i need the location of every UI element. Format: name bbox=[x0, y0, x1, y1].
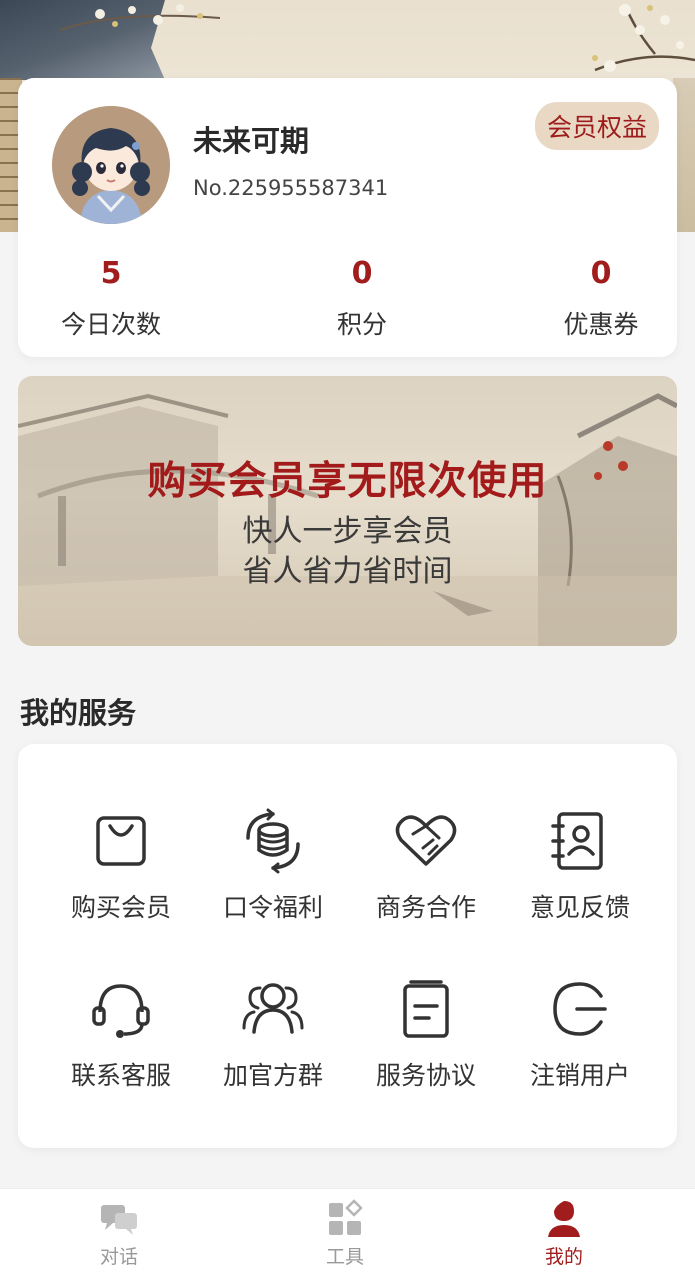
service-feedback[interactable]: 意见反馈 bbox=[505, 808, 655, 948]
coin-stack-icon bbox=[246, 808, 300, 874]
tab-mine[interactable]: 我的 bbox=[504, 1199, 624, 1269]
stat-daily-count[interactable]: 5 今日次数 bbox=[26, 256, 196, 341]
service-join-group[interactable]: 加官方群 bbox=[198, 976, 348, 1116]
section-title-services: 我的服务 bbox=[20, 696, 137, 730]
services-grid: 购买会员 口令福利 商务合作 意见反馈 联系客服 加官方群 服务协议 注销用户 bbox=[18, 744, 677, 1148]
service-label: 意见反馈 bbox=[529, 893, 630, 922]
service-label: 加官方群 bbox=[222, 1061, 323, 1090]
tab-chat[interactable]: 对话 bbox=[59, 1199, 179, 1269]
service-label: 服务协议 bbox=[375, 1061, 476, 1090]
service-agreement[interactable]: 服务协议 bbox=[351, 976, 501, 1116]
group-icon bbox=[242, 983, 304, 1034]
tab-label: 对话 bbox=[99, 1246, 138, 1268]
stat-value: 5 bbox=[100, 256, 122, 291]
avatar[interactable] bbox=[52, 106, 170, 224]
bottom-tab-bar: 对话 工具 我的 bbox=[0, 1188, 695, 1280]
tools-icon bbox=[329, 1199, 363, 1235]
document-icon bbox=[403, 980, 449, 1038]
service-label: 商务合作 bbox=[375, 893, 476, 922]
banner-title: 购买会员享无限次使用 bbox=[147, 459, 548, 504]
stat-points[interactable]: 0 积分 bbox=[277, 256, 447, 341]
stat-label: 优惠券 bbox=[563, 310, 639, 339]
service-label: 联系客服 bbox=[70, 1061, 171, 1090]
username: 未来可期 bbox=[193, 124, 310, 158]
banner-subtitle-1: 快人一步享会员 bbox=[242, 514, 453, 549]
avatar-illustration bbox=[52, 106, 170, 224]
service-label: 注销用户 bbox=[529, 1061, 630, 1090]
blossom-branch-left bbox=[60, 4, 220, 31]
blossom-branch-right bbox=[592, 4, 695, 72]
stat-value: 0 bbox=[590, 256, 612, 291]
service-label: 购买会员 bbox=[70, 893, 171, 922]
tab-label: 我的 bbox=[544, 1246, 583, 1268]
shopping-bag-icon bbox=[96, 816, 146, 866]
chat-icon bbox=[101, 1205, 137, 1235]
membership-banner[interactable]: 购买会员享无限次使用 快人一步享会员 省人省力省时间 bbox=[18, 376, 677, 646]
service-deregister-user[interactable]: 注销用户 bbox=[505, 976, 655, 1116]
vip-benefits-button[interactable]: 会员权益 bbox=[534, 102, 659, 150]
user-number: No.225955587341 bbox=[193, 176, 389, 200]
stat-coupons[interactable]: 0 优惠券 bbox=[516, 256, 686, 341]
profile-card: 未来可期 No.225955587341 会员权益 5 今日次数 0 积分 0 … bbox=[18, 78, 677, 357]
stat-label: 今日次数 bbox=[60, 310, 161, 339]
service-customer-support[interactable]: 联系客服 bbox=[46, 976, 196, 1116]
handshake-heart-icon bbox=[395, 815, 457, 866]
banner-subtitle-2: 省人省力省时间 bbox=[242, 554, 453, 589]
service-label: 口令福利 bbox=[222, 893, 323, 922]
stat-label: 积分 bbox=[336, 310, 387, 339]
tab-label: 工具 bbox=[325, 1246, 364, 1268]
stat-value: 0 bbox=[351, 256, 373, 291]
service-business-cooperation[interactable]: 商务合作 bbox=[351, 808, 501, 948]
headset-icon bbox=[92, 984, 150, 1038]
contact-book-icon bbox=[551, 812, 603, 870]
tab-tools[interactable]: 工具 bbox=[285, 1199, 405, 1269]
service-buy-membership[interactable]: 购买会员 bbox=[46, 808, 196, 948]
service-password-welfare[interactable]: 口令福利 bbox=[198, 808, 348, 948]
user-icon bbox=[548, 1201, 580, 1237]
logout-icon bbox=[553, 982, 607, 1036]
